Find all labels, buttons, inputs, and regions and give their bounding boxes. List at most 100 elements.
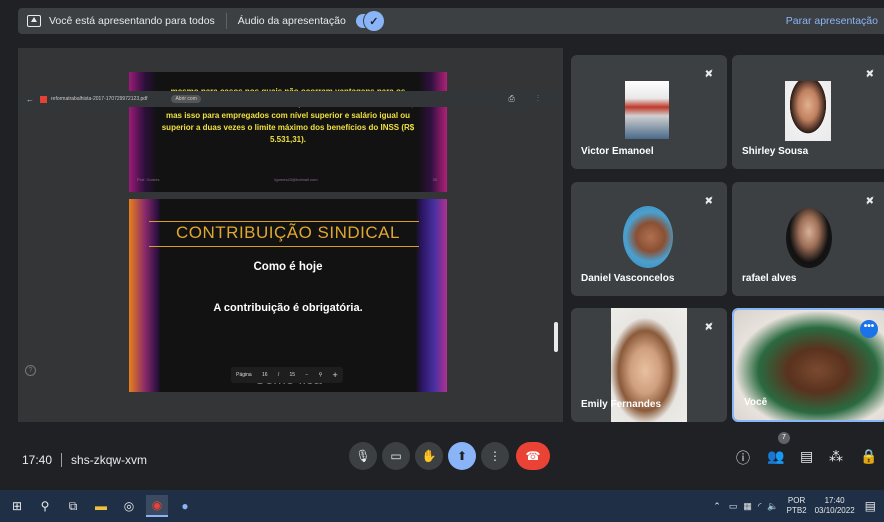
divider: [61, 453, 63, 467]
presenting-text: Você está apresentando para todos: [49, 15, 215, 27]
app-button-2[interactable]: ●: [174, 495, 196, 517]
participant-name: Shirley Sousa: [742, 146, 809, 157]
pdf-filename: reformatrabalhista-2017-170729972123.pdf: [51, 96, 148, 102]
audio-label: Áudio da apresentação: [237, 15, 346, 27]
more-vert-icon: ⋮: [489, 449, 501, 463]
participant-name: Emily Fernandes: [581, 399, 662, 410]
slide-subtitle: Como é hoje: [253, 261, 323, 273]
presentation-stage: mesmo para casos nos quais não ocorram v…: [18, 48, 563, 422]
clock-time: 17:40: [824, 496, 845, 505]
clock-date: 03/10/2022: [814, 506, 855, 515]
participant-avatar: [623, 206, 673, 268]
self-tile[interactable]: ••• Você: [732, 308, 884, 422]
chrome-button[interactable]: ◉: [146, 495, 168, 517]
raise-hand-button[interactable]: ✋: [415, 442, 443, 470]
participant-tile[interactable]: ✖̸ rafael alves: [732, 182, 884, 296]
camera-button[interactable]: ▭: [382, 442, 410, 470]
people-icon: 👥: [767, 448, 785, 464]
input-language[interactable]: POR PTB2: [787, 496, 807, 516]
host-controls-button[interactable]: 🔒: [860, 448, 877, 465]
mic-off-icon: ✖̸: [704, 196, 713, 207]
slide-current: CONTRIBUIÇÃO SINDICAL Como é hoje A cont…: [129, 199, 447, 392]
pdf-toolbar: ← reformatrabalhista-2017-170729972123.p…: [18, 91, 563, 107]
taskbar-search-button[interactable]: ⚲: [34, 495, 56, 517]
current-time: 17:40: [22, 453, 53, 467]
page-number[interactable]: 16: [262, 372, 268, 378]
back-arrow-icon[interactable]: ←: [26, 95, 34, 104]
file-explorer-button[interactable]: ▬: [90, 495, 112, 517]
app-button[interactable]: ◎: [118, 495, 140, 517]
zoom-in-button[interactable]: +: [333, 370, 338, 380]
more-options-button[interactable]: •••: [860, 320, 878, 338]
open-with-pill[interactable]: Abrir com: [171, 95, 201, 103]
wifi-icon[interactable]: ◜: [758, 501, 762, 512]
volume-icon[interactable]: 🔈: [767, 501, 778, 512]
participant-avatar: [786, 208, 832, 268]
page-label: Página: [236, 372, 252, 378]
slide-footer: Prof. Gomes fgomes43@hotmail.com 35: [137, 177, 437, 182]
task-view-button[interactable]: ⧉: [62, 495, 84, 517]
meeting-info-button[interactable]: ⓘ: [736, 448, 750, 468]
activities-button[interactable]: ⁂: [829, 448, 843, 465]
pdf-file-icon: [40, 95, 47, 103]
presentation-audio-toggle[interactable]: ✓: [355, 11, 384, 31]
chat-button[interactable]: ▤: [800, 448, 813, 465]
search-icon[interactable]: ⚲: [319, 372, 323, 378]
notification-icon[interactable]: ▤: [865, 499, 876, 513]
participant-tile[interactable]: ✖̸ Daniel Vasconcelos: [571, 182, 727, 296]
people-count-badge: 7: [778, 432, 790, 444]
windows-icon: ⊞: [11, 499, 23, 513]
lock-person-icon: 🔒: [860, 448, 878, 464]
keyboard-layout: PTB2: [786, 506, 807, 515]
battery-icon[interactable]: ▭: [729, 501, 738, 512]
chrome-icon: ◉: [151, 498, 163, 512]
slide-body: A contribuição é obrigatória.: [213, 302, 363, 314]
present-button[interactable]: ⬆: [448, 442, 476, 470]
zoom-out-button[interactable]: −: [305, 372, 308, 378]
meet-window: Você está apresentando para todos Áudio …: [0, 0, 884, 522]
app-icon: ◎: [123, 499, 135, 513]
leave-call-button[interactable]: ☎: [516, 442, 550, 470]
more-options-button[interactable]: ⋮: [481, 442, 509, 470]
chevron-up-icon[interactable]: ⌃: [713, 501, 721, 512]
check-icon: ✓: [363, 11, 384, 31]
panel-resize-handle[interactable]: [554, 322, 558, 352]
network-icon[interactable]: ▦: [743, 501, 752, 512]
stop-presenting-button[interactable]: Parar apresentação: [786, 15, 878, 27]
mic-off-icon: ✖̸: [704, 69, 713, 80]
hand-icon: ✋: [421, 449, 437, 463]
participant-tile[interactable]: ✖̸ Shirley Sousa: [732, 55, 884, 169]
taskbar-clock[interactable]: 17:40 03/10/2022: [815, 496, 855, 516]
slide-footer-author: Prof. Gomes: [137, 177, 160, 182]
people-button[interactable]: 👥: [767, 448, 784, 465]
help-icon[interactable]: ?: [25, 365, 36, 376]
title-rule-top: [149, 221, 419, 222]
microphone-button[interactable]: 🎙: [349, 442, 377, 470]
participant-tile[interactable]: ✖̸ Emily Fernandes: [571, 308, 727, 422]
mic-off-icon: ✖̸: [865, 69, 874, 80]
participant-name: rafael alves: [742, 273, 797, 284]
slide-footer-email: fgomes43@hotmail.com: [274, 177, 318, 182]
microphone-icon: 🎙: [355, 449, 371, 463]
folder-icon: ▬: [95, 499, 107, 513]
call-controls: 17:40 shs-zkqw-xvm 🎙 ▭ ✋ ⬆ ⋮ ☎ ⓘ 👥 7 ▤ ⁂…: [0, 432, 884, 488]
divider: [225, 13, 227, 29]
camera-icon: ▭: [390, 449, 402, 463]
shield-icon: ●: [181, 499, 189, 513]
windows-taskbar: ⊞ ⚲ ⧉ ▬ ◎ ◉ ● ⌃ ▭ ▦ ◜ 🔈 POR PTB2 17:40 0…: [0, 490, 884, 522]
presenting-bar: Você está apresentando para todos Áudio …: [0, 0, 884, 40]
slide-title: CONTRIBUIÇÃO SINDICAL: [176, 223, 400, 242]
chat-icon: ▤: [800, 448, 814, 464]
participant-name: Daniel Vasconcelos: [581, 273, 675, 284]
meeting-code: shs-zkqw-xvm: [71, 453, 148, 467]
present-screen-icon: [27, 15, 41, 27]
start-button[interactable]: ⊞: [6, 495, 28, 517]
task-view-icon: ⧉: [68, 498, 78, 513]
meeting-details: 17:40 shs-zkqw-xvm: [22, 453, 147, 467]
participant-tile[interactable]: ✖̸ Victor Emanoel: [571, 55, 727, 169]
present-screen-icon: ⬆: [456, 449, 468, 463]
language-code: POR: [787, 496, 806, 505]
pdf-actions-icon[interactable]: ⎙ ⋮: [508, 94, 549, 104]
title-rule-bottom: [149, 246, 419, 247]
mic-off-icon: ✖̸: [865, 196, 874, 207]
